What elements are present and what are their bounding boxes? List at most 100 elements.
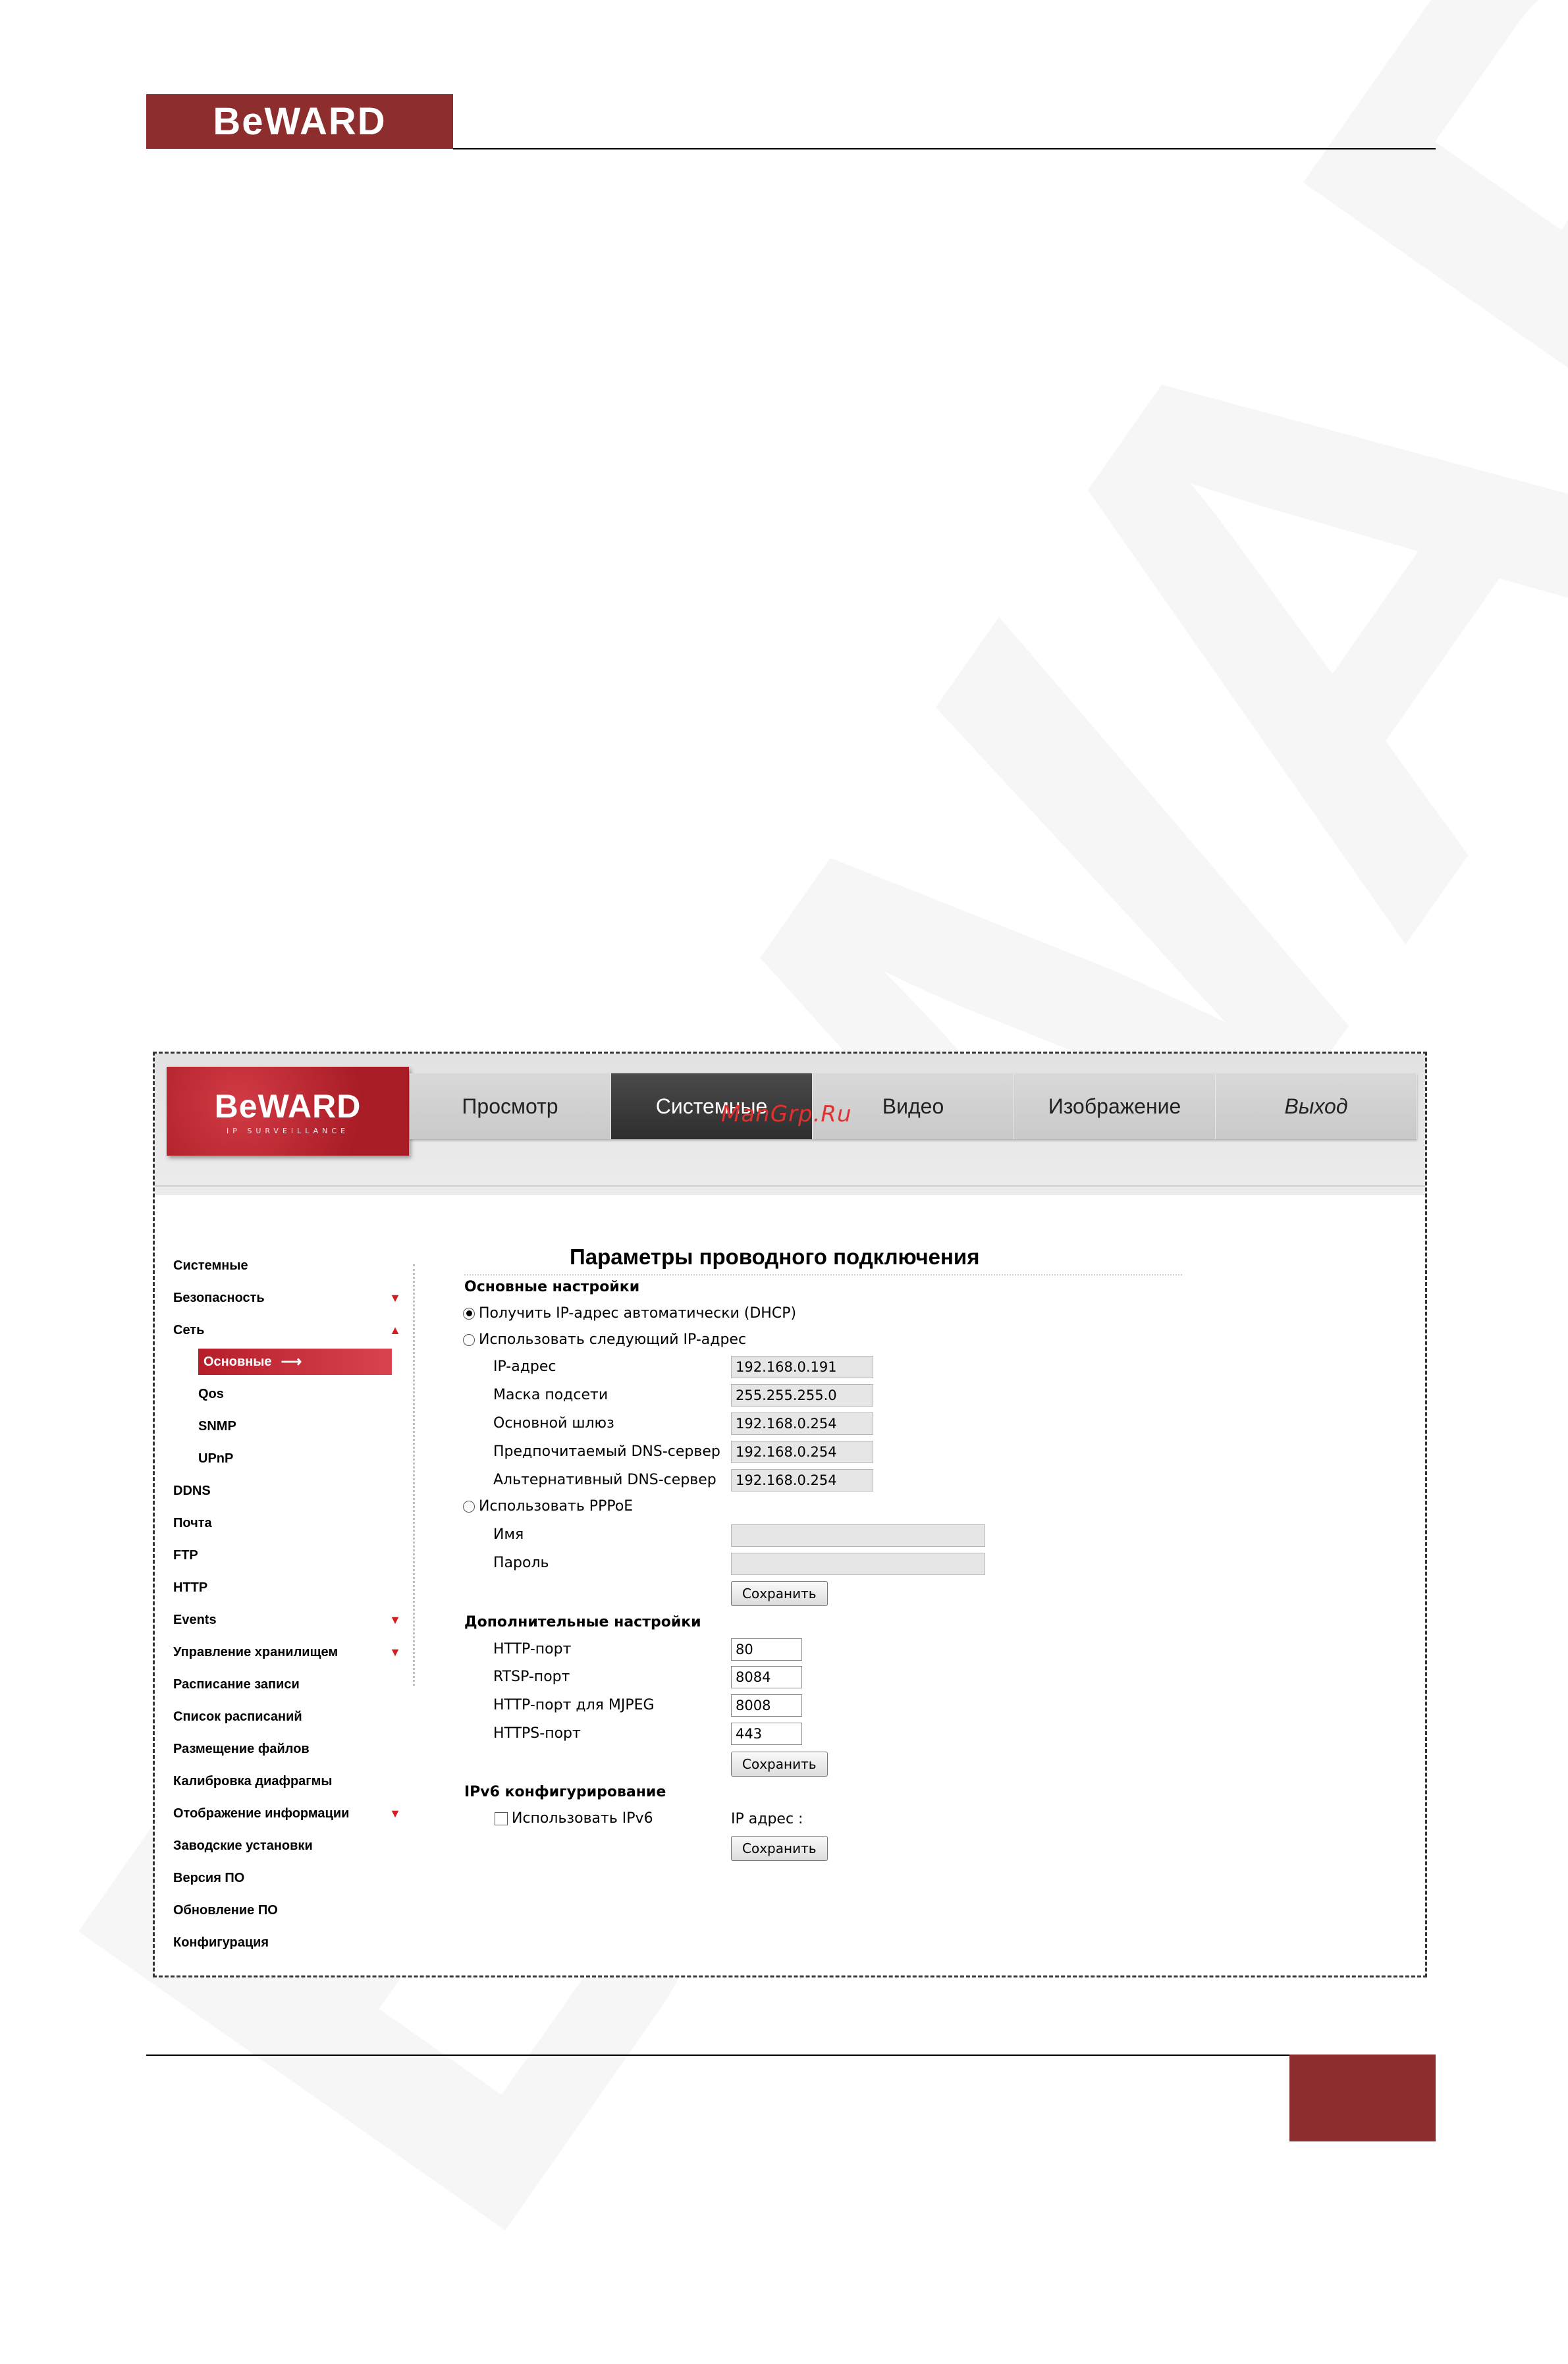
secondary-dns-field[interactable]	[731, 1469, 873, 1491]
https-port-label: HTTPS-порт	[493, 1725, 581, 1742]
tab-image[interactable]: Изображение	[1014, 1073, 1216, 1139]
camera-logo[interactable]: BeWARD IP SURVEILLANCE	[167, 1067, 409, 1156]
sidebar-item-qos[interactable]: Qos	[198, 1381, 387, 1407]
document-logo-text: BeWARD	[213, 100, 387, 143]
sidebar-item-factory-defaults[interactable]: Заводские установки	[173, 1833, 423, 1859]
screenshot-frame: BeWARD IP SURVEILLANCE Просмотр Системны…	[153, 1052, 1427, 1977]
sidebar-item-configuration[interactable]: Конфигурация	[173, 1929, 423, 1956]
sidebar-item-ftp[interactable]: FTP	[173, 1542, 423, 1569]
sidebar-item-label: Events	[173, 1612, 217, 1627]
main-nav: Просмотр Системные Видео Изображение Вых…	[410, 1073, 1417, 1139]
sidebar-item-label: Конфигурация	[173, 1935, 269, 1950]
dhcp-label: Получить IP-адрес автоматически (DHCP)	[479, 1305, 797, 1322]
sidebar-item-label: Почта	[173, 1515, 212, 1530]
dhcp-radio[interactable]	[463, 1307, 475, 1320]
pppoe-radio[interactable]	[463, 1500, 475, 1513]
save-basic-button[interactable]: Сохранить	[731, 1581, 828, 1606]
rtsp-port-label: RTSP-порт	[493, 1669, 570, 1685]
primary-dns-field[interactable]	[731, 1441, 873, 1463]
sidebar-item-label: Заводские установки	[173, 1838, 313, 1853]
sidebar-item-file-location[interactable]: Размещение файлов	[173, 1736, 423, 1762]
sidebar-item-label: Калибровка диафрагмы	[173, 1773, 333, 1788]
title-divider	[464, 1274, 1182, 1276]
sidebar-item-label: Список расписаний	[173, 1709, 302, 1724]
overlay-watermark: ManGrp.Ru	[721, 1101, 852, 1127]
sidebar-item-label: Обновление ПО	[173, 1902, 278, 1918]
secondary-dns-label: Альтернативный DNS-сервер	[493, 1472, 716, 1488]
ipv6-address-label: IP адрес :	[731, 1811, 803, 1827]
sidebar-item-label: Безопасность	[173, 1290, 265, 1305]
sidebar-item-label: UPnP	[198, 1451, 234, 1466]
collapse-arrow-icon[interactable]: ▲	[389, 1324, 401, 1337]
save-advanced-button[interactable]: Сохранить	[731, 1752, 828, 1777]
expand-arrow-icon[interactable]: ▼	[389, 1613, 401, 1627]
ipv6-heading: IPv6 конфигурирование	[464, 1784, 666, 1800]
pppoe-password-field[interactable]	[731, 1553, 985, 1575]
sidebar-item-label: Отображение информации	[173, 1806, 350, 1821]
camera-logo-subtitle: IP SURVEILLANCE	[226, 1127, 350, 1135]
ip-address-label: IP-адрес	[493, 1358, 556, 1375]
sidebar-item-label: SNMP	[198, 1418, 236, 1434]
dhcp-option[interactable]: Получить IP-адрес автоматически (DHCP)	[463, 1305, 796, 1322]
sidebar-item-security[interactable]: Безопасность ▼	[173, 1285, 423, 1311]
save-ipv6-button[interactable]: Сохранить	[731, 1836, 828, 1861]
expand-arrow-icon[interactable]: ▼	[389, 1646, 401, 1659]
page-title: Параметры проводного подключения	[570, 1245, 980, 1269]
sidebar-item-ddns[interactable]: DDNS	[173, 1478, 423, 1504]
sidebar-item-basic[interactable]: Основные ⟶	[198, 1349, 392, 1375]
expand-arrow-icon[interactable]: ▼	[389, 1807, 401, 1821]
http-port-label: HTTP-порт	[493, 1641, 572, 1657]
https-port-field[interactable]	[731, 1723, 802, 1745]
basic-settings-heading: Основные настройки	[464, 1279, 640, 1295]
tab-view[interactable]: Просмотр	[410, 1073, 611, 1139]
static-ip-radio[interactable]	[463, 1333, 475, 1346]
sidebar-item-schedule-list[interactable]: Список расписаний	[173, 1704, 423, 1730]
sidebar-divider	[413, 1264, 415, 1686]
sidebar-item-label: Qos	[198, 1386, 224, 1401]
sidebar-item-network[interactable]: Сеть ▲	[173, 1317, 423, 1343]
expand-arrow-icon[interactable]: ▼	[389, 1291, 401, 1305]
rtsp-port-field[interactable]	[731, 1666, 802, 1688]
sidebar-item-iris-calibration[interactable]: Калибровка диафрагмы	[173, 1768, 423, 1794]
sidebar-item-events[interactable]: Events ▼	[173, 1607, 423, 1633]
sidebar-item-label: Размещение файлов	[173, 1741, 310, 1756]
sidebar-item-label: Основные	[203, 1354, 272, 1369]
pppoe-option[interactable]: Использовать PPPoE	[463, 1498, 633, 1515]
sidebar-item-snmp[interactable]: SNMP	[198, 1413, 387, 1439]
sidebar-item-storage[interactable]: Управление хранилищем ▼	[173, 1639, 423, 1665]
ipv6-option[interactable]: Использовать IPv6	[495, 1810, 653, 1827]
http-port-field[interactable]	[731, 1638, 802, 1661]
ipv6-checkbox[interactable]	[495, 1812, 508, 1825]
sidebar-item-firmware-update[interactable]: Обновление ПО	[173, 1897, 423, 1923]
pppoe-password-label: Пароль	[493, 1555, 549, 1571]
right-arrow-icon: ⟶	[281, 1353, 302, 1370]
pppoe-name-field[interactable]	[731, 1524, 985, 1547]
camera-logo-brand: BeWARD	[214, 1088, 362, 1125]
sidebar-item-http[interactable]: HTTP	[173, 1574, 423, 1601]
sidebar-item-firmware-version[interactable]: Версия ПО	[173, 1865, 423, 1891]
sidebar-item-label: DDNS	[173, 1483, 211, 1498]
sidebar-item-mail[interactable]: Почта	[173, 1510, 423, 1536]
advanced-settings-heading: Дополнительные настройки	[464, 1614, 701, 1630]
top-band-divider	[155, 1185, 1425, 1187]
ip-address-field[interactable]	[731, 1356, 873, 1378]
gateway-label: Основной шлюз	[493, 1415, 614, 1432]
gateway-field[interactable]	[731, 1412, 873, 1435]
footer-rule	[146, 2055, 1289, 2056]
sidebar-item-info-display[interactable]: Отображение информации ▼	[173, 1800, 423, 1827]
pppoe-label: Использовать PPPoE	[479, 1498, 634, 1515]
sidebar-item-label: Управление хранилищем	[173, 1644, 338, 1659]
sidebar-item-label: Расписание записи	[173, 1677, 300, 1692]
subnet-mask-field[interactable]	[731, 1384, 873, 1407]
sidebar-item-label: Версия ПО	[173, 1870, 245, 1885]
tab-logout[interactable]: Выход	[1216, 1073, 1417, 1139]
ipv6-label: Использовать IPv6	[512, 1810, 653, 1827]
mjpeg-port-field[interactable]	[731, 1694, 802, 1717]
static-ip-option[interactable]: Использовать следующий IP-адрес	[463, 1331, 746, 1348]
static-ip-label: Использовать следующий IP-адрес	[479, 1331, 747, 1348]
pppoe-name-label: Имя	[493, 1526, 524, 1543]
sidebar-item-record-schedule[interactable]: Расписание записи	[173, 1671, 423, 1698]
sidebar-item-upnp[interactable]: UPnP	[198, 1445, 387, 1472]
sidebar-item-system[interactable]: Системные	[173, 1252, 423, 1279]
sidebar-item-label: Сеть	[173, 1322, 205, 1337]
